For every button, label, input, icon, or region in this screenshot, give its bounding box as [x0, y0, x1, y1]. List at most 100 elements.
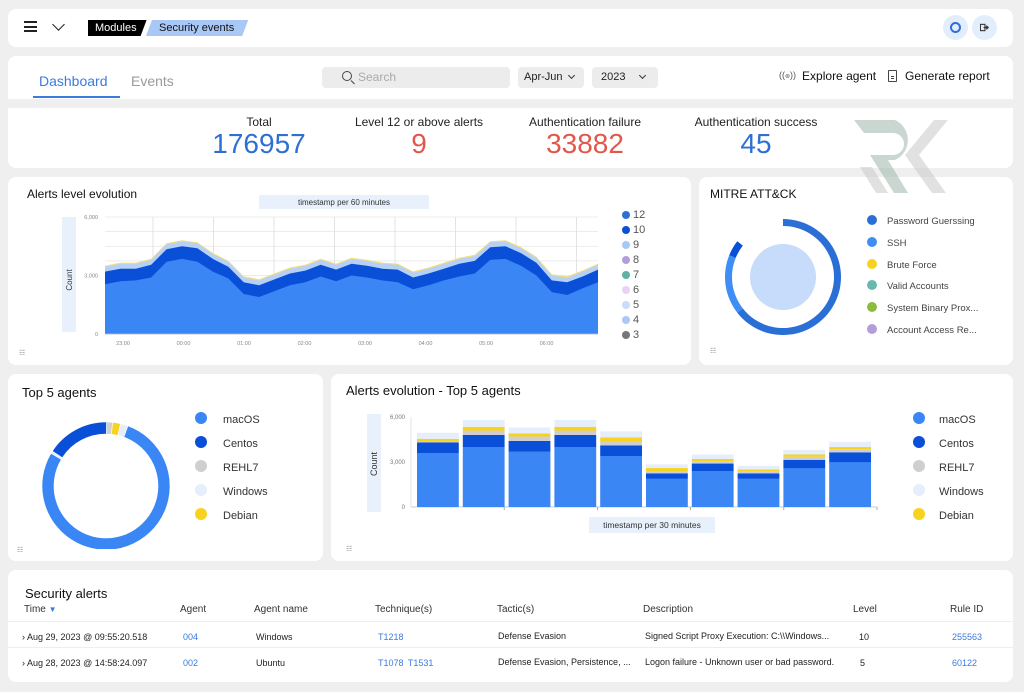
alerts-level-evolution-panel: Alerts level evolution Count timestamp pe… [8, 177, 691, 365]
kpi-value: 9 [411, 128, 427, 159]
legend-item[interactable]: 12 [622, 209, 645, 221]
legend-item[interactable]: Password Guerssing [867, 215, 975, 227]
legend-item[interactable]: macOS [195, 412, 260, 426]
chevron-down-icon[interactable] [52, 18, 65, 31]
table-view-icon[interactable]: ☷ [710, 347, 716, 355]
cell-agent[interactable]: 004 [183, 632, 198, 642]
breadcrumb-security-events[interactable]: Security events [146, 20, 248, 36]
legend-swatch [913, 484, 925, 496]
x-tick-label: 05:00 [479, 341, 493, 347]
kpi-auth-failure[interactable]: Authentication failure 33882 [520, 115, 650, 159]
bar-macos [829, 462, 871, 507]
legend-item[interactable]: Account Access Re... [867, 324, 977, 336]
status-button[interactable] [943, 15, 968, 40]
legend-label: 6 [633, 284, 640, 296]
column-header-agent-name[interactable]: Agent name [254, 604, 308, 615]
legend-swatch [622, 316, 630, 324]
kpi-total[interactable]: Total 176957 [208, 115, 310, 159]
legend-item[interactable]: Centos [913, 436, 974, 450]
legend-item[interactable]: 8 [622, 254, 639, 266]
menu-icon[interactable] [24, 21, 37, 32]
column-header-time[interactable]: Time ▼ [24, 604, 57, 615]
cell-agent-name: Ubuntu [256, 658, 286, 668]
bar-rehl7 [600, 441, 642, 446]
period-select[interactable]: Apr-Jun [518, 67, 584, 88]
legend-item[interactable]: 6 [622, 284, 639, 296]
legend-item[interactable]: Windows [913, 484, 984, 498]
table-view-icon[interactable]: ☷ [19, 349, 25, 357]
cell-agent-name: Windows [256, 632, 293, 642]
tab-dashboard[interactable]: Dashboard [39, 73, 108, 89]
legend-swatch [867, 258, 877, 269]
x-tick-label: 06:00 [540, 341, 554, 347]
legend-item[interactable]: SSH [867, 236, 907, 249]
x-tick-label: 00:00 [177, 341, 191, 347]
cell-rule-id[interactable]: 255563 [952, 632, 982, 642]
panel-title: MITRE ATT&CK [710, 187, 797, 201]
legend-item[interactable]: 3 [622, 329, 639, 341]
bar-macos [783, 468, 826, 507]
top-bar: Modules Security events [8, 9, 1013, 47]
legend-item[interactable]: 4 [622, 314, 639, 326]
legend-label: REHL7 [223, 462, 259, 474]
legend-item[interactable]: Debian [913, 508, 974, 522]
legend-item[interactable]: Centos [195, 436, 258, 450]
bar-windows [600, 431, 642, 438]
legend-swatch [913, 460, 925, 472]
generate-report-button[interactable]: Generate report [888, 69, 990, 83]
cell-tactics: Defense Evasion [498, 631, 567, 641]
legend-swatch [867, 324, 877, 334]
legend-item[interactable]: Valid Accounts [867, 280, 949, 292]
slice-centos [51, 421, 107, 459]
logout-icon [980, 23, 989, 32]
legend-item[interactable]: 7 [622, 269, 639, 281]
bar-macos [737, 478, 780, 507]
search-placeholder: Search [358, 70, 397, 84]
year-select[interactable]: 2023 [592, 67, 658, 88]
y-tick-label: 6,000 [390, 415, 406, 421]
legend-item[interactable]: System Binary Prox... [867, 302, 978, 314]
table-row[interactable]: › Aug 28, 2023 @ 14:58:24.097 002 Ubuntu… [8, 648, 1013, 673]
column-header-techniques[interactable]: Technique(s) [375, 604, 432, 615]
search-input[interactable]: Search [322, 67, 510, 88]
kpi-level12[interactable]: Level 12 or above alerts 9 [353, 115, 485, 159]
table-view-icon[interactable]: ☷ [346, 545, 352, 553]
bar-debian [737, 469, 780, 472]
column-header-level[interactable]: Level [853, 604, 877, 615]
column-header-tactics[interactable]: Tactic(s) [497, 604, 534, 615]
bar-centos [417, 442, 459, 453]
cell-agent[interactable]: 002 [183, 658, 198, 668]
legend-label: Debian [939, 510, 974, 522]
bar-debian [691, 459, 734, 462]
legend-item[interactable]: Debian [195, 508, 258, 522]
legend-item[interactable]: Windows [195, 484, 268, 498]
cell-techniques[interactable]: T1078 T1531 [378, 658, 433, 668]
bar-windows [783, 450, 826, 455]
column-header-agent[interactable]: Agent [180, 604, 206, 615]
column-header-rule-id[interactable]: Rule ID [950, 604, 983, 615]
kpi-label: Authentication failure [528, 115, 642, 129]
kpi-auth-success[interactable]: Authentication success 45 [691, 115, 821, 159]
table-row[interactable]: › Aug 29, 2023 @ 09:55:20.518 004 Window… [8, 622, 1013, 647]
table-view-icon[interactable]: ☷ [17, 546, 23, 554]
column-header-description[interactable]: Description [643, 604, 693, 615]
breadcrumb-modules[interactable]: Modules [88, 20, 147, 36]
search-icon [342, 71, 352, 81]
legend-item[interactable]: macOS [913, 412, 976, 426]
legend-item[interactable]: 9 [622, 239, 639, 251]
legend-label: macOS [223, 414, 260, 426]
logout-button[interactable] [972, 15, 997, 40]
legend-item[interactable]: REHL7 [913, 460, 974, 474]
bar-windows [462, 420, 505, 427]
legend-item[interactable]: REHL7 [195, 460, 258, 474]
legend-item[interactable]: 10 [622, 224, 645, 236]
top-5-agents-panel: Top 5 agents ☷ macOS Centos REHL7 Windows De… [8, 374, 323, 561]
tab-events[interactable]: Events [131, 73, 174, 89]
explore-agent-button[interactable]: ((ၜ)) Explore agent [779, 69, 876, 83]
legend-label: 3 [633, 329, 640, 341]
legend-item[interactable]: Brute Force [867, 258, 937, 271]
cell-rule-id[interactable]: 60122 [952, 658, 977, 668]
donut-center [750, 244, 816, 310]
legend-item[interactable]: 5 [622, 299, 639, 311]
cell-techniques[interactable]: T1218 [378, 632, 404, 642]
